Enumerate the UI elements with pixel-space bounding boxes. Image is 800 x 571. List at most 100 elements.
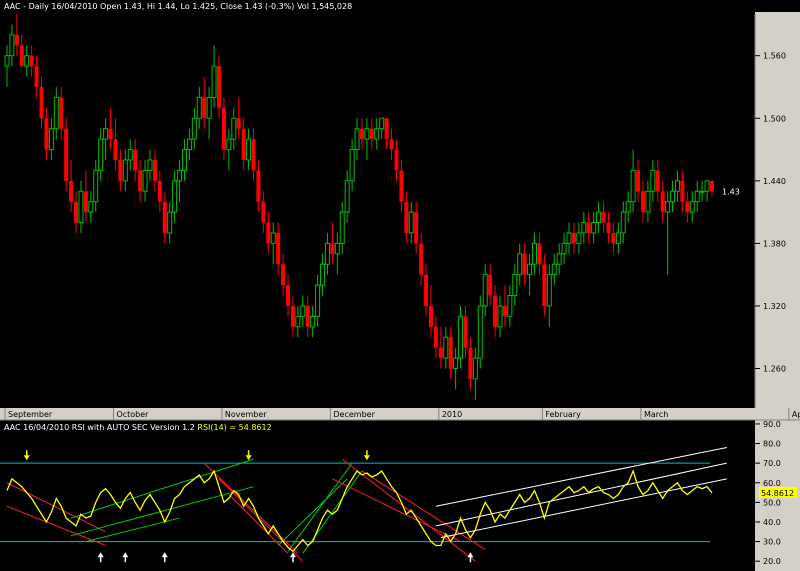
candle-body-up [591, 222, 597, 234]
rsi-header: AAC 16/04/2010 RSI with AUTO SEC Version… [4, 423, 272, 432]
candle-body-down [64, 128, 69, 181]
candle-body-up [374, 128, 380, 140]
candle-body-down [266, 222, 271, 244]
candle-body-up [615, 232, 621, 244]
price-header: AAC - Daily 16/04/2010 Open 1.43, Hi 1.4… [4, 2, 352, 11]
candle-body-down [256, 170, 261, 202]
price-last-label: 1.43 [722, 187, 740, 196]
candle-body-up [231, 117, 237, 140]
candle-body-down [74, 201, 79, 223]
month-label: February [545, 410, 581, 419]
month-label: October [116, 410, 149, 419]
price-tick-label: 1.380 [763, 239, 786, 248]
candle-body-up [226, 138, 232, 151]
candle-body-down [276, 232, 281, 265]
candle-body-up [93, 169, 99, 203]
month-label: March [644, 410, 668, 419]
candle-body-down [493, 295, 498, 327]
candle-body-down [330, 243, 335, 254]
rsi-tick-label: 40.0 [763, 518, 781, 527]
rsi-tick-label: 90.0 [763, 420, 781, 429]
candle-body-down [389, 139, 394, 150]
candle-body-up [9, 34, 15, 57]
candle-body-up [689, 201, 695, 213]
month-label: September [8, 410, 53, 419]
candle-body-down [414, 212, 419, 244]
candle-body-up [53, 96, 59, 130]
candle-body-up [142, 169, 148, 192]
candle-body-down [384, 118, 389, 140]
candle-body-up [576, 232, 582, 244]
candle-body-up [167, 211, 173, 234]
candle-body-down [34, 66, 39, 87]
rsi-header-prefix: AAC 16/04/2010 RSI with AUTO SEC Version… [4, 423, 197, 432]
candle-body-up [556, 253, 562, 265]
candle-body-down [59, 97, 64, 129]
candle-body-down [399, 170, 404, 202]
candle-body-up [122, 159, 128, 182]
candle-body-up [310, 315, 316, 328]
candle-body-up [630, 169, 636, 203]
candle-body-up [670, 190, 676, 203]
candle-body-up [674, 180, 680, 192]
candle-body-up [186, 138, 192, 151]
candle-body-up [546, 274, 552, 307]
rsi-last-label: 54.8612 [761, 489, 794, 498]
candle-body-up [177, 169, 183, 182]
candle-body-down [221, 107, 226, 150]
candle-body-up [196, 96, 202, 119]
candle-body-up [497, 305, 503, 328]
candle-body-up [458, 315, 464, 359]
candle-body-down [69, 180, 74, 202]
candle-body-down [680, 180, 685, 202]
month-label: November [225, 410, 267, 419]
candle-body-up [103, 128, 109, 140]
candle-body-up [650, 169, 656, 192]
candle-body-up [172, 180, 178, 213]
candle-body-up [364, 128, 370, 140]
month-label: December [333, 410, 375, 419]
rsi-header-value: RSI(14) = 54.8612 [197, 423, 271, 432]
candle-body-down [305, 305, 310, 327]
candle-body-up [300, 305, 306, 317]
candle-body-up [620, 211, 626, 234]
candle-body-down [463, 316, 468, 348]
candle-body-down [241, 128, 246, 160]
rsi-tick-label: 70.0 [763, 459, 781, 468]
candle-body-down [606, 222, 611, 233]
candle-body-down [216, 66, 221, 108]
candle-body-down [428, 305, 433, 327]
candle-body-down [133, 149, 138, 171]
candle-body-up [566, 232, 572, 244]
rsi-tick-label: 30.0 [763, 538, 781, 547]
candle-body-up [472, 357, 478, 380]
candle-body-down [586, 222, 591, 233]
candle-body-up [88, 201, 94, 213]
candle-body-up [339, 211, 345, 244]
candle-body-up [315, 284, 321, 317]
candle-body-up [665, 201, 671, 213]
candle-body-down [488, 274, 493, 296]
rsi-tick-label: 50.0 [763, 498, 781, 507]
candle-body-down [419, 243, 424, 275]
candle-body-down [655, 170, 660, 192]
candle-body-up [270, 232, 276, 244]
candle-body-down [290, 305, 295, 327]
candle-body-down [468, 347, 473, 379]
candle-body-down [502, 305, 507, 317]
candle-body-up [551, 263, 557, 276]
candle-body-down [157, 180, 162, 202]
candle-body-up [507, 295, 513, 317]
candle-body-up [561, 242, 567, 255]
candle-body-down [286, 285, 291, 306]
candle-body-up [443, 336, 449, 359]
candle-body-up [211, 65, 217, 98]
candle-body-up [24, 55, 30, 67]
candle-body-down [636, 170, 641, 192]
candle-body-down [138, 170, 143, 192]
candle-body-up [324, 242, 330, 265]
candle-body-up [181, 149, 187, 171]
candle-body-up [645, 190, 651, 213]
candle-body-down [433, 326, 438, 348]
candle-body-up [295, 315, 301, 328]
